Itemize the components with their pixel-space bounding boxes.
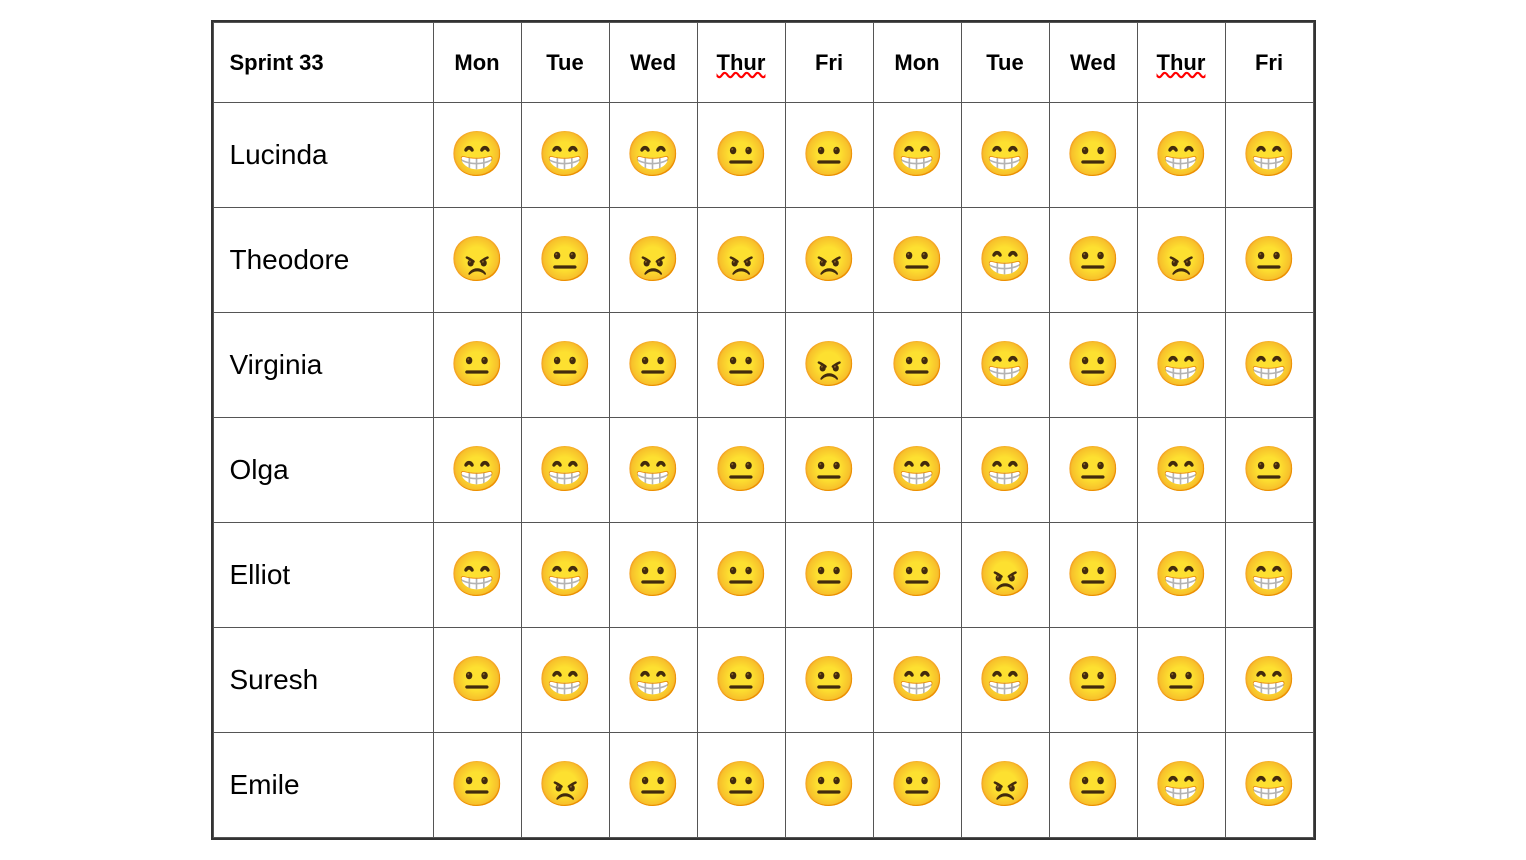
- mood-cell-5-9: 😁: [1225, 628, 1313, 733]
- person-name-5: Suresh: [213, 628, 433, 733]
- mood-cell-4-6: 😠: [961, 523, 1049, 628]
- mood-cell-3-0: 😁: [433, 418, 521, 523]
- mood-cell-4-8: 😁: [1137, 523, 1225, 628]
- mood-cell-4-3: 😐: [697, 523, 785, 628]
- mood-cell-6-2: 😐: [609, 733, 697, 838]
- mood-cell-2-0: 😐: [433, 313, 521, 418]
- header-day-0: Mon: [433, 23, 521, 103]
- header-day-5: Mon: [873, 23, 961, 103]
- mood-cell-0-2: 😁: [609, 103, 697, 208]
- header-day-6: Tue: [961, 23, 1049, 103]
- mood-cell-2-6: 😁: [961, 313, 1049, 418]
- mood-cell-3-5: 😁: [873, 418, 961, 523]
- person-name-6: Emile: [213, 733, 433, 838]
- mood-cell-2-5: 😐: [873, 313, 961, 418]
- mood-cell-6-4: 😐: [785, 733, 873, 838]
- mood-cell-2-4: 😠: [785, 313, 873, 418]
- mood-cell-6-5: 😐: [873, 733, 961, 838]
- mood-cell-4-4: 😐: [785, 523, 873, 628]
- mood-cell-6-0: 😐: [433, 733, 521, 838]
- mood-cell-3-6: 😁: [961, 418, 1049, 523]
- header-day-4: Fri: [785, 23, 873, 103]
- mood-cell-3-3: 😐: [697, 418, 785, 523]
- person-name-0: Lucinda: [213, 103, 433, 208]
- table-row: Emile😐😠😐😐😐😐😠😐😁😁: [213, 733, 1313, 838]
- mood-cell-5-6: 😁: [961, 628, 1049, 733]
- mood-cell-5-0: 😐: [433, 628, 521, 733]
- sprint-title: Sprint 33: [213, 23, 433, 103]
- mood-cell-0-5: 😁: [873, 103, 961, 208]
- mood-cell-4-9: 😁: [1225, 523, 1313, 628]
- mood-cell-0-1: 😁: [521, 103, 609, 208]
- mood-cell-1-6: 😁: [961, 208, 1049, 313]
- mood-cell-3-9: 😐: [1225, 418, 1313, 523]
- mood-cell-6-3: 😐: [697, 733, 785, 838]
- mood-cell-1-8: 😠: [1137, 208, 1225, 313]
- person-name-3: Olga: [213, 418, 433, 523]
- mood-cell-5-2: 😁: [609, 628, 697, 733]
- mood-cell-5-8: 😐: [1137, 628, 1225, 733]
- mood-cell-1-1: 😐: [521, 208, 609, 313]
- mood-cell-5-1: 😁: [521, 628, 609, 733]
- mood-cell-0-7: 😐: [1049, 103, 1137, 208]
- mood-cell-2-1: 😐: [521, 313, 609, 418]
- header-day-7: Wed: [1049, 23, 1137, 103]
- mood-cell-4-5: 😐: [873, 523, 961, 628]
- mood-cell-1-4: 😠: [785, 208, 873, 313]
- header-day-2: Wed: [609, 23, 697, 103]
- mood-cell-0-0: 😁: [433, 103, 521, 208]
- mood-cell-1-7: 😐: [1049, 208, 1137, 313]
- table-row: Elliot😁😁😐😐😐😐😠😐😁😁: [213, 523, 1313, 628]
- mood-cell-1-9: 😐: [1225, 208, 1313, 313]
- mood-cell-0-4: 😐: [785, 103, 873, 208]
- person-name-1: Theodore: [213, 208, 433, 313]
- header-day-8: Thur: [1137, 23, 1225, 103]
- mood-cell-5-5: 😁: [873, 628, 961, 733]
- mood-cell-3-2: 😁: [609, 418, 697, 523]
- mood-cell-4-1: 😁: [521, 523, 609, 628]
- mood-cell-3-1: 😁: [521, 418, 609, 523]
- mood-cell-4-0: 😁: [433, 523, 521, 628]
- mood-cell-1-2: 😠: [609, 208, 697, 313]
- table-row: Lucinda😁😁😁😐😐😁😁😐😁😁: [213, 103, 1313, 208]
- mood-cell-3-4: 😐: [785, 418, 873, 523]
- mood-cell-4-7: 😐: [1049, 523, 1137, 628]
- mood-cell-1-5: 😐: [873, 208, 961, 313]
- mood-cell-5-4: 😐: [785, 628, 873, 733]
- mood-cell-4-2: 😐: [609, 523, 697, 628]
- mood-cell-6-7: 😐: [1049, 733, 1137, 838]
- mood-cell-5-3: 😐: [697, 628, 785, 733]
- mood-cell-6-9: 😁: [1225, 733, 1313, 838]
- table-row: Theodore😠😐😠😠😠😐😁😐😠😐: [213, 208, 1313, 313]
- mood-cell-0-9: 😁: [1225, 103, 1313, 208]
- mood-cell-3-7: 😐: [1049, 418, 1137, 523]
- mood-cell-6-8: 😁: [1137, 733, 1225, 838]
- mood-cell-2-8: 😁: [1137, 313, 1225, 418]
- mood-cell-2-3: 😐: [697, 313, 785, 418]
- mood-cell-3-8: 😁: [1137, 418, 1225, 523]
- table-row: Olga😁😁😁😐😐😁😁😐😁😐: [213, 418, 1313, 523]
- mood-cell-5-7: 😐: [1049, 628, 1137, 733]
- mood-cell-0-6: 😁: [961, 103, 1049, 208]
- mood-cell-0-3: 😐: [697, 103, 785, 208]
- header-day-1: Tue: [521, 23, 609, 103]
- mood-cell-2-7: 😐: [1049, 313, 1137, 418]
- person-name-4: Elliot: [213, 523, 433, 628]
- mood-cell-0-8: 😁: [1137, 103, 1225, 208]
- table-row: Virginia😐😐😐😐😠😐😁😐😁😁: [213, 313, 1313, 418]
- header-day-3: Thur: [697, 23, 785, 103]
- mood-cell-2-2: 😐: [609, 313, 697, 418]
- sprint-table: Sprint 33 MonTueWedThurFriMonTueWedThurF…: [211, 20, 1316, 840]
- mood-cell-2-9: 😁: [1225, 313, 1313, 418]
- mood-cell-6-6: 😠: [961, 733, 1049, 838]
- person-name-2: Virginia: [213, 313, 433, 418]
- mood-cell-1-3: 😠: [697, 208, 785, 313]
- table-row: Suresh😐😁😁😐😐😁😁😐😐😁: [213, 628, 1313, 733]
- header-day-9: Fri: [1225, 23, 1313, 103]
- mood-cell-6-1: 😠: [521, 733, 609, 838]
- mood-cell-1-0: 😠: [433, 208, 521, 313]
